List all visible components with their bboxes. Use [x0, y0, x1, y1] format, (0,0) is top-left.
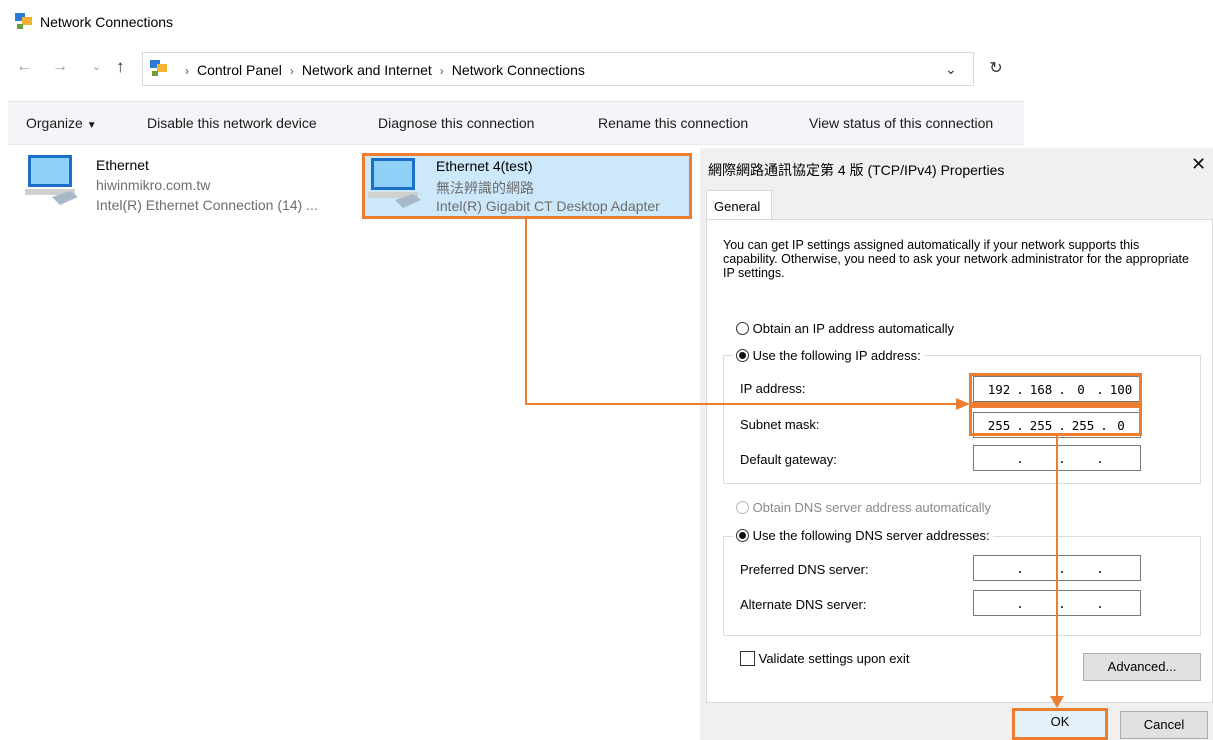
default-gateway-label: Default gateway: — [740, 452, 837, 467]
command-bar: Organize ▼ Disable this network device D… — [8, 101, 1024, 145]
ethernet-adapter-icon — [368, 158, 421, 208]
ip-address-highlight — [969, 373, 1142, 405]
ip-settings-description: You can get IP settings assigned automat… — [723, 238, 1189, 280]
ethernet-adapter-icon — [25, 155, 78, 205]
preferred-dns-label: Preferred DNS server: — [740, 562, 869, 577]
disable-device-button[interactable]: Disable this network device — [147, 115, 317, 131]
subnet-mask-label: Subnet mask: — [740, 417, 820, 432]
up-arrow-icon[interactable]: ↑ — [116, 57, 125, 77]
dns-auto-radio — [736, 501, 749, 514]
validate-checkbox[interactable] — [740, 651, 755, 666]
control-panel-icon — [150, 60, 167, 76]
dropdown-arrow-icon: ▼ — [86, 120, 97, 131]
annotation-line — [525, 403, 960, 405]
validate-option[interactable]: Validate settings upon exit — [740, 651, 909, 666]
back-arrow-icon[interactable]: ← — [16, 58, 32, 76]
annotation-line — [525, 219, 527, 405]
dns-auto-option: Obtain DNS server address automatically — [736, 500, 991, 515]
annotation-arrowhead-icon — [956, 398, 970, 410]
dns-server-group — [723, 536, 1201, 636]
dns-manual-label: Use the following DNS server addresses: — [752, 528, 990, 543]
ip-auto-option[interactable]: Obtain an IP address automatically — [736, 321, 954, 336]
breadcrumb-control-panel[interactable]: Control Panel — [197, 62, 282, 78]
subnet-mask-highlight — [969, 405, 1142, 436]
ok-button[interactable]: OK — [1012, 708, 1108, 740]
ip-auto-radio[interactable] — [736, 322, 749, 335]
ip-manual-radio[interactable] — [736, 349, 749, 362]
ip-address-label: IP address: — [740, 381, 806, 396]
view-status-button[interactable]: View status of this connection — [809, 115, 993, 131]
address-bar[interactable]: › Control Panel › Network and Internet › Netw… — [142, 52, 974, 86]
rename-connection-button[interactable]: Rename this connection — [598, 115, 748, 131]
connection-item-ethernet-4[interactable]: Ethernet 4(test) 無法辨識的網路 Intel(R) Gigabi… — [362, 153, 692, 219]
alternate-dns-label: Alternate DNS server: — [740, 597, 867, 612]
connection-adapter: Intel(R) Gigabit CT Desktop Adapter — [436, 198, 660, 214]
dialog-title: 網際網路通訊協定第 4 版 (TCP/IPv4) Properties — [708, 162, 1005, 178]
ip-auto-label: Obtain an IP address automatically — [752, 321, 954, 336]
annotation-line — [1056, 436, 1058, 698]
validate-label: Validate settings upon exit — [758, 651, 910, 666]
connection-adapter: Intel(R) Ethernet Connection (14) ... — [96, 197, 318, 213]
connection-name: Ethernet — [96, 157, 149, 173]
close-icon[interactable]: ✕ — [1191, 154, 1206, 175]
annotation-arrowhead-icon — [1050, 696, 1064, 708]
dns-auto-label: Obtain DNS server address automatically — [752, 500, 992, 515]
breadcrumb-separator-icon: › — [185, 64, 189, 78]
tcpipv4-properties-dialog: 網際網路通訊協定第 4 版 (TCP/IPv4) Properties ✕ Ge… — [700, 148, 1213, 740]
breadcrumb-network-connections[interactable]: Network Connections — [452, 62, 585, 78]
forward-arrow-icon[interactable]: → — [52, 58, 68, 76]
ip-manual-label: Use the following IP address: — [752, 348, 921, 363]
dns-manual-option[interactable]: Use the following DNS server addresses: — [733, 528, 993, 543]
network-connections-icon — [15, 13, 32, 29]
organize-menu[interactable]: Organize ▼ — [26, 115, 97, 131]
breadcrumb-separator-icon: › — [289, 64, 294, 78]
diagnose-connection-button[interactable]: Diagnose this connection — [378, 115, 534, 131]
breadcrumb: › Control Panel › Network and Internet › Netw… — [177, 62, 585, 78]
refresh-icon[interactable]: ↻ — [983, 58, 1009, 82]
advanced-button[interactable]: Advanced... — [1083, 653, 1201, 681]
connection-network: 無法辨識的網路 — [436, 180, 534, 196]
window-title-bar: Network Connections — [0, 0, 700, 44]
connection-network: hiwinmikro.com.tw — [96, 177, 211, 193]
recent-locations-chevron-icon[interactable]: ⌄ — [92, 60, 101, 73]
connection-item-ethernet[interactable]: Ethernet hiwinmikro.com.tw Intel(R) Ethe… — [22, 153, 352, 217]
dns-manual-radio[interactable] — [736, 529, 749, 542]
address-dropdown-chevron-icon[interactable]: ⌄ — [945, 61, 957, 78]
ip-manual-option[interactable]: Use the following IP address: — [733, 348, 924, 363]
window-title: Network Connections — [40, 14, 174, 30]
tab-general[interactable]: General — [706, 190, 772, 220]
cancel-button[interactable]: Cancel — [1120, 711, 1208, 739]
general-tab-panel: You can get IP settings assigned automat… — [706, 219, 1213, 703]
breadcrumb-separator-icon: › — [439, 64, 444, 78]
breadcrumb-network-internet[interactable]: Network and Internet — [302, 62, 432, 78]
connection-name: Ethernet 4(test) — [436, 158, 533, 174]
